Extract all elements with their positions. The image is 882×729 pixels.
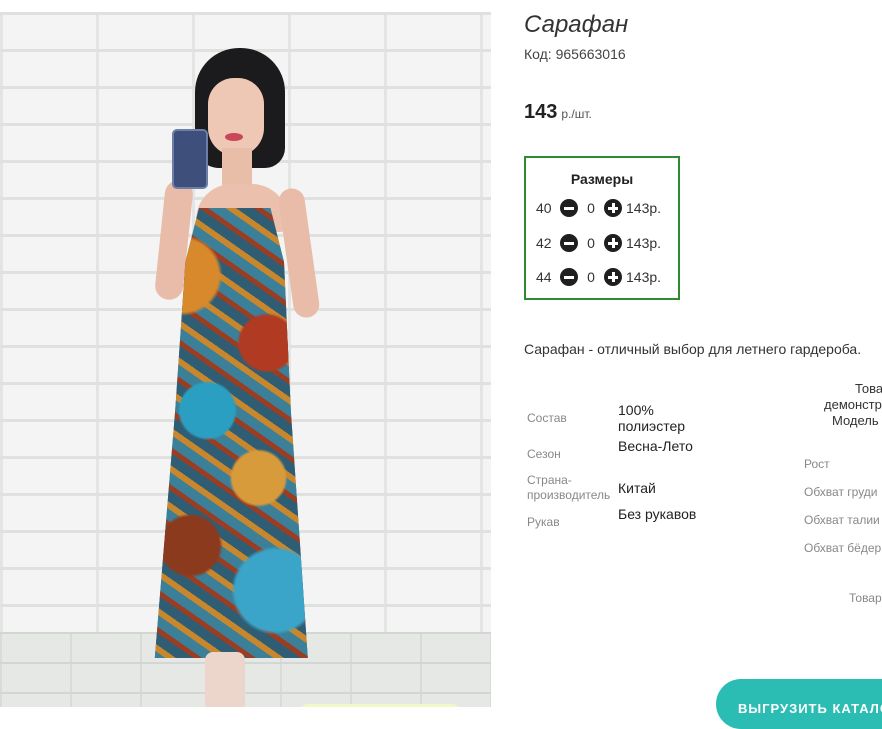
model-param-height: Рост: [804, 457, 830, 471]
plus-icon-stem: [611, 272, 615, 282]
quantity-value[interactable]: 0: [578, 200, 604, 216]
model-param-hips: Обхват бёдер: [804, 541, 882, 555]
minus-icon: [564, 206, 574, 210]
minus-button[interactable]: [560, 234, 578, 252]
minus-button[interactable]: [560, 199, 578, 217]
model-footer-text: Товар: [849, 591, 882, 605]
size-label: 42: [536, 235, 552, 251]
model-legs: [205, 652, 245, 707]
price-unit: р./шт.: [561, 107, 592, 121]
plus-button[interactable]: [604, 234, 622, 252]
size-row: 40 0 143р.: [536, 197, 661, 219]
property-label: Сезон: [527, 447, 561, 461]
quantity-value[interactable]: 0: [578, 235, 604, 251]
product-price: 143 р./шт.: [524, 101, 592, 124]
sizes-panel: Размеры 40 0 143р. 42 0 143р. 44 0 143р.: [524, 156, 680, 300]
model-lips: [225, 133, 243, 141]
quantity-value[interactable]: 0: [578, 269, 604, 285]
phone-in-hand: [172, 129, 208, 189]
product-title: Сарафан: [524, 11, 629, 38]
model-param-bust: Обхват груди: [804, 485, 878, 499]
size-row: 42 0 143р.: [536, 232, 661, 254]
model-heading-line3: Модель: [832, 413, 879, 428]
product-code: Код: 965663016: [524, 46, 626, 62]
plus-button[interactable]: [604, 199, 622, 217]
size-label: 44: [536, 269, 552, 285]
price-value: 143: [524, 101, 558, 123]
size-row: 44 0 143р.: [536, 266, 661, 288]
size-price: 143р.: [626, 269, 662, 285]
minus-button[interactable]: [560, 268, 578, 286]
download-catalog-button[interactable]: ВЫГРУЗИТЬ КАТАЛОГ: [716, 679, 882, 729]
plus-icon-stem: [611, 203, 615, 213]
size-label: 40: [536, 200, 552, 216]
minus-icon: [564, 241, 574, 245]
sizes-title: Размеры: [570, 171, 634, 187]
property-label: Страна-производитель: [527, 473, 611, 502]
size-price: 143р.: [626, 200, 662, 216]
size-price: 143р.: [626, 235, 662, 251]
property-value: 100% полиэстер: [618, 402, 686, 434]
model-face: [208, 78, 264, 156]
model-param-waist: Обхват талии: [804, 513, 880, 527]
plus-icon-stem: [611, 238, 615, 248]
property-value: Китай: [618, 480, 656, 496]
model-heading-line2: демонстр: [824, 397, 882, 412]
plus-button[interactable]: [604, 268, 622, 286]
property-label: Состав: [527, 411, 567, 425]
property-value: Без рукавов: [618, 506, 697, 522]
property-value: Весна-Лето: [618, 438, 693, 454]
product-photo[interactable]: [0, 12, 491, 707]
product-description: Сарафан - отличный выбор для летнего гар…: [524, 341, 862, 357]
model-heading-line1: Това: [855, 381, 882, 396]
property-label: Рукав: [527, 515, 560, 529]
minus-icon: [564, 275, 574, 279]
